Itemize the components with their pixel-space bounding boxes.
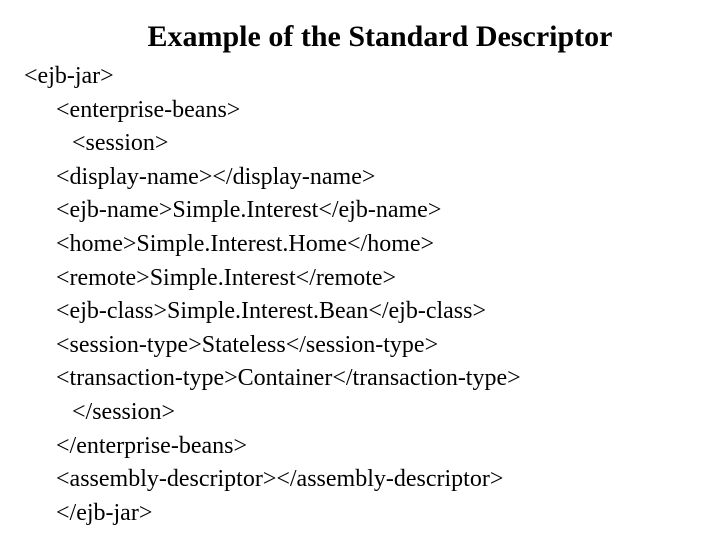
code-line: </session> [24, 396, 696, 430]
code-line: <session> [24, 127, 696, 161]
code-line: <transaction-type>Container</transaction… [24, 362, 696, 396]
code-line: <display-name></display-name> [24, 161, 696, 195]
page-title: Example of the Standard Descriptor [24, 20, 696, 54]
code-line: <remote>Simple.Interest</remote> [24, 262, 696, 296]
code-line: <enterprise-beans> [24, 94, 696, 128]
code-line: <ejb-name>Simple.Interest</ejb-name> [24, 194, 696, 228]
xml-code-block: <ejb-jar> <enterprise-beans> <session> <… [24, 60, 696, 530]
code-line: </ejb-jar> [24, 497, 696, 531]
code-line: <ejb-class>Simple.Interest.Bean</ejb-cla… [24, 295, 696, 329]
code-line: <assembly-descriptor></assembly-descript… [24, 463, 696, 497]
code-line: <session-type>Stateless</session-type> [24, 329, 696, 363]
code-line: <home>Simple.Interest.Home</home> [24, 228, 696, 262]
code-line: </enterprise-beans> [24, 430, 696, 464]
code-line: <ejb-jar> [24, 60, 696, 94]
